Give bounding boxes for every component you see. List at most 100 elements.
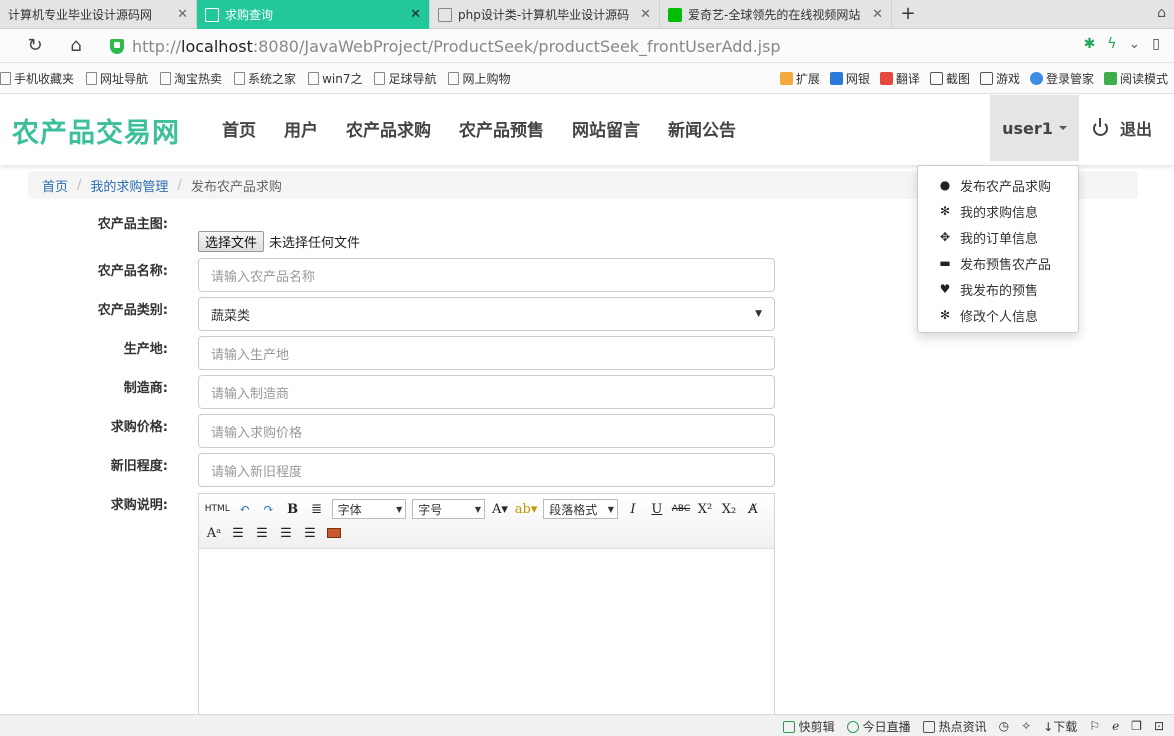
zoom-icon[interactable]: ⊡ bbox=[1154, 719, 1164, 733]
menu-item-my-orders[interactable]: ✥ 我的订单信息 bbox=[918, 224, 1078, 250]
align-justify-icon[interactable]: ☰ bbox=[301, 523, 319, 543]
reading-mode-button[interactable]: 阅读模式 bbox=[1103, 70, 1168, 87]
underline-icon[interactable]: U bbox=[648, 499, 666, 519]
menu-item-label: 发布农产品求购 bbox=[960, 179, 1052, 195]
bookmark-item[interactable]: 手机收藏夹 bbox=[0, 70, 74, 87]
price-input[interactable]: 请输入求购价格 bbox=[198, 414, 775, 448]
product-type-select[interactable]: 蔬菜类 ▼ bbox=[198, 297, 775, 331]
bold-icon[interactable]: B bbox=[284, 499, 302, 519]
close-icon[interactable]: ✕ bbox=[177, 7, 188, 22]
indent-icon[interactable]: ≣ bbox=[308, 499, 326, 519]
italic-icon[interactable]: I bbox=[624, 499, 642, 519]
select-value: 段落格式 bbox=[549, 502, 598, 517]
close-icon[interactable]: ✕ bbox=[872, 7, 883, 22]
name-label: 农产品名称: bbox=[97, 264, 168, 279]
nav-product-seek[interactable]: 农产品求购 bbox=[332, 116, 445, 141]
maker-input[interactable]: 请输入制造商 bbox=[198, 375, 775, 409]
font-family-select[interactable]: 字体 ▼ bbox=[331, 499, 407, 519]
shirt-icon[interactable]: ⌂ bbox=[1157, 5, 1166, 21]
insert-image-icon[interactable] bbox=[325, 523, 343, 543]
superscript-icon[interactable]: X² bbox=[696, 499, 714, 519]
bookmark-item[interactable]: 足球导航 bbox=[374, 70, 436, 87]
bookmark-label: 淘宝热卖 bbox=[174, 71, 223, 86]
user-menu-toggle[interactable]: user1 bbox=[990, 95, 1079, 161]
logout-link[interactable]: 退出 bbox=[1093, 95, 1152, 161]
extensions-button[interactable]: 扩展 bbox=[779, 70, 820, 87]
paragraph-format-select[interactable]: 段落格式 ▼ bbox=[543, 499, 618, 519]
page-icon bbox=[374, 71, 386, 85]
games-button[interactable]: 游戏 bbox=[979, 70, 1020, 87]
nav-users[interactable]: 用户 bbox=[270, 116, 332, 141]
url-path: :8080/JavaWebProject/ProductSeek/product… bbox=[252, 36, 781, 56]
clear-format-icon[interactable]: A̸ bbox=[744, 499, 762, 519]
chevron-down-icon: ▼ bbox=[607, 504, 614, 514]
choose-file-button[interactable]: 选择文件 bbox=[198, 231, 265, 252]
bank-button[interactable]: 网银 bbox=[829, 70, 870, 87]
bookmark-item[interactable]: 网上购物 bbox=[448, 70, 510, 87]
highlight-icon[interactable]: ab▾ bbox=[515, 499, 538, 519]
menu-item-add-presale[interactable]: ▬ 发布预售农产品 bbox=[918, 250, 1078, 276]
subscript-icon[interactable]: X₂ bbox=[720, 499, 738, 519]
html-source-button[interactable]: HTML bbox=[205, 499, 230, 519]
nav-guestbook[interactable]: 网站留言 bbox=[558, 116, 654, 141]
strikethrough-icon[interactable]: ABC bbox=[672, 499, 690, 519]
bookmark-item[interactable]: 网址导航 bbox=[86, 70, 148, 87]
home-icon[interactable]: ⌂ bbox=[65, 35, 87, 57]
clean-icon[interactable]: ✧ bbox=[1021, 719, 1031, 733]
select-value: 字体 bbox=[337, 502, 362, 517]
font-color-icon[interactable]: A▾ bbox=[491, 499, 509, 519]
align-right-icon[interactable]: ☰ bbox=[253, 523, 271, 543]
page-icon bbox=[438, 7, 452, 22]
browser-tab-2[interactable]: 求购查询 ✕ bbox=[197, 0, 430, 29]
nav-news[interactable]: 新闻公告 bbox=[654, 116, 750, 141]
phone-icon[interactable]: ▯ bbox=[1152, 36, 1160, 52]
flag-icon[interactable]: ⚐ bbox=[1089, 719, 1100, 733]
font-size-select[interactable]: 字号 ▼ bbox=[412, 499, 486, 519]
window-icon[interactable]: ❐ bbox=[1131, 719, 1142, 733]
site-brand[interactable]: 农产品交易网 bbox=[12, 111, 180, 150]
menu-item-my-presale[interactable]: ♥ 我发布的预售 bbox=[918, 276, 1078, 302]
browser-tab-4[interactable]: 爱奇艺-全球领先的在线视频网站 ✕ bbox=[660, 0, 892, 29]
news-button[interactable]: 热点资讯 bbox=[922, 718, 987, 735]
speed-icon[interactable]: ✱ bbox=[1084, 36, 1096, 52]
bookmark-item[interactable]: 淘宝热卖 bbox=[160, 70, 222, 87]
menu-item-label: 我发布的预售 bbox=[960, 283, 1039, 299]
move-icon: ✥ bbox=[939, 230, 951, 244]
close-icon[interactable]: ✕ bbox=[410, 7, 421, 22]
browser-tab-1[interactable]: 计算机专业毕业设计源码网 ✕ bbox=[0, 0, 197, 29]
live-button[interactable]: 今日直播 bbox=[846, 718, 911, 735]
translate-button[interactable]: 翻译 bbox=[879, 70, 920, 87]
breadcrumb-home[interactable]: 首页 bbox=[42, 176, 68, 195]
nav-product-presale[interactable]: 农产品预售 bbox=[445, 116, 558, 141]
align-left-icon[interactable]: ☰ bbox=[229, 523, 247, 543]
quick-clip-button[interactable]: 快剪辑 bbox=[782, 718, 835, 735]
chevron-down-icon[interactable]: ⌄ bbox=[1129, 36, 1141, 52]
origin-input[interactable]: 请输入生产地 bbox=[198, 336, 775, 370]
history-icon[interactable]: ◷ bbox=[999, 719, 1009, 733]
font-size-adjust-icon[interactable]: Aᵃ bbox=[205, 523, 223, 543]
bookmark-item[interactable]: 系统之家 bbox=[234, 70, 296, 87]
nav-home[interactable]: 首页 bbox=[208, 116, 270, 141]
grid-icon bbox=[779, 72, 793, 85]
new-tab-button[interactable]: + bbox=[896, 3, 920, 25]
menu-item-my-seek[interactable]: ✻ 我的求购信息 bbox=[918, 198, 1078, 224]
undo-icon[interactable]: ↶ bbox=[236, 499, 254, 519]
redo-icon[interactable]: ↷ bbox=[260, 499, 278, 519]
download-button[interactable]: ↓下载 bbox=[1043, 718, 1077, 735]
menu-item-add-seek[interactable]: ● 发布农产品求购 bbox=[918, 172, 1078, 198]
login-manager-button[interactable]: 登录管家 bbox=[1029, 70, 1094, 87]
browser-tab-3[interactable]: php设计类-计算机毕业设计源码 ✕ bbox=[430, 0, 660, 29]
bookmark-item[interactable]: win7之 bbox=[308, 70, 362, 87]
menu-item-edit-profile[interactable]: ✻ 修改个人信息 bbox=[918, 302, 1078, 328]
lightning-icon[interactable]: ϟ bbox=[1107, 36, 1116, 52]
site-header: 农产品交易网 首页 用户 农产品求购 农产品预售 网站留言 新闻公告 user1… bbox=[0, 95, 1174, 165]
ie-icon[interactable]: ℯ bbox=[1112, 719, 1119, 733]
breadcrumb-my-seek[interactable]: 我的求购管理 bbox=[90, 176, 168, 195]
close-icon[interactable]: ✕ bbox=[640, 7, 651, 22]
condition-input[interactable]: 请输入新旧程度 bbox=[198, 453, 775, 487]
address-bar[interactable]: http://localhost:8080/JavaWebProject/Pro… bbox=[104, 33, 1104, 59]
align-center-icon[interactable]: ☰ bbox=[277, 523, 295, 543]
product-name-input[interactable]: 请输入农产品名称 bbox=[198, 258, 775, 292]
reload-icon[interactable]: ↻ bbox=[24, 35, 46, 57]
screenshot-button[interactable]: 截图 bbox=[929, 70, 970, 87]
